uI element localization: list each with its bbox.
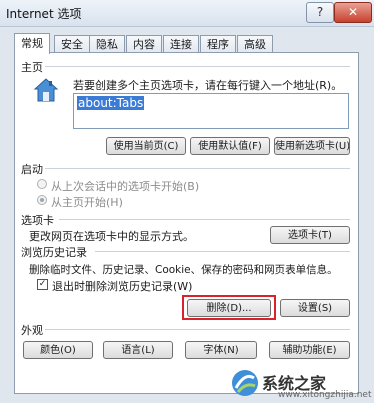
tab-privacy[interactable]: 隐私 bbox=[89, 35, 125, 53]
tab-programs[interactable]: 程序 bbox=[200, 35, 236, 53]
appearance-section-label: 外观 bbox=[21, 324, 43, 337]
window-title: Internet 选项 bbox=[6, 7, 82, 21]
tabs-separator bbox=[59, 219, 350, 220]
help-button[interactable]: ? bbox=[306, 2, 334, 23]
appearance-separator bbox=[45, 329, 350, 330]
history-section-label: 浏览历史记录 bbox=[21, 246, 87, 259]
delete-on-exit-checkbox[interactable]: ✓ bbox=[37, 279, 48, 290]
languages-button[interactable]: 语言(L) bbox=[103, 341, 173, 359]
colors-button[interactable]: 颜色(O) bbox=[23, 341, 93, 359]
radio-last-session[interactable] bbox=[37, 179, 47, 189]
tabs-section-label: 选项卡 bbox=[21, 214, 54, 227]
history-description: 删除临时文件、历史记录、Cookie、保存的密码和网页表单信息。 bbox=[29, 264, 338, 276]
tab-content[interactable]: 内容 bbox=[126, 35, 162, 53]
general-tab-panel: 主页 若要创建多个主页选项卡，请在每行键入一个地址(R)。 about:Tabs… bbox=[14, 52, 359, 394]
delete-history-button[interactable]: 删除(D)... bbox=[187, 299, 271, 317]
watermark-url: www.xitongzhijia.net bbox=[278, 390, 372, 400]
homepage-address-value: about:Tabs bbox=[77, 96, 145, 110]
homepage-address-input[interactable]: about:Tabs bbox=[73, 93, 349, 129]
title-bar: Internet 选项 ? ✕ bbox=[0, 0, 374, 27]
tab-security[interactable]: 安全 bbox=[54, 35, 90, 53]
history-separator bbox=[95, 251, 350, 252]
tabs-description: 更改网页在选项卡中的显示方式。 bbox=[29, 230, 194, 243]
accessibility-button[interactable]: 辅助功能(E) bbox=[269, 341, 350, 359]
startup-section-label: 启动 bbox=[21, 163, 43, 176]
startup-separator bbox=[45, 168, 350, 169]
use-new-tab-button[interactable]: 使用新选项卡(U) bbox=[274, 137, 350, 155]
tab-advanced[interactable]: 高级 bbox=[237, 35, 273, 53]
tab-general[interactable]: 常规 bbox=[14, 33, 50, 54]
home-icon bbox=[33, 78, 59, 102]
homepage-instruction: 若要创建多个主页选项卡，请在每行键入一个地址(R)。 bbox=[73, 79, 343, 92]
homepage-separator bbox=[45, 66, 350, 67]
fonts-button[interactable]: 字体(N) bbox=[185, 341, 257, 359]
close-button[interactable]: ✕ bbox=[334, 2, 372, 23]
site-watermark: 系统之家 www.xitongzhijia.net bbox=[228, 366, 374, 403]
tab-connections[interactable]: 连接 bbox=[163, 35, 199, 53]
radio-last-session-label: 从上次会话中的选项卡开始(B) bbox=[51, 180, 200, 193]
use-current-button[interactable]: 使用当前页(C) bbox=[106, 137, 186, 155]
radio-homepage-label: 从主页开始(H) bbox=[51, 196, 123, 209]
use-default-button[interactable]: 使用默认值(F) bbox=[190, 137, 270, 155]
tabs-settings-button[interactable]: 选项卡(T) bbox=[270, 226, 350, 244]
radio-homepage[interactable] bbox=[37, 195, 47, 205]
watermark-logo-icon bbox=[232, 370, 258, 396]
delete-on-exit-label: 退出时删除浏览历史记录(W) bbox=[52, 280, 193, 293]
history-settings-button[interactable]: 设置(S) bbox=[280, 299, 350, 317]
homepage-section-label: 主页 bbox=[21, 61, 43, 74]
